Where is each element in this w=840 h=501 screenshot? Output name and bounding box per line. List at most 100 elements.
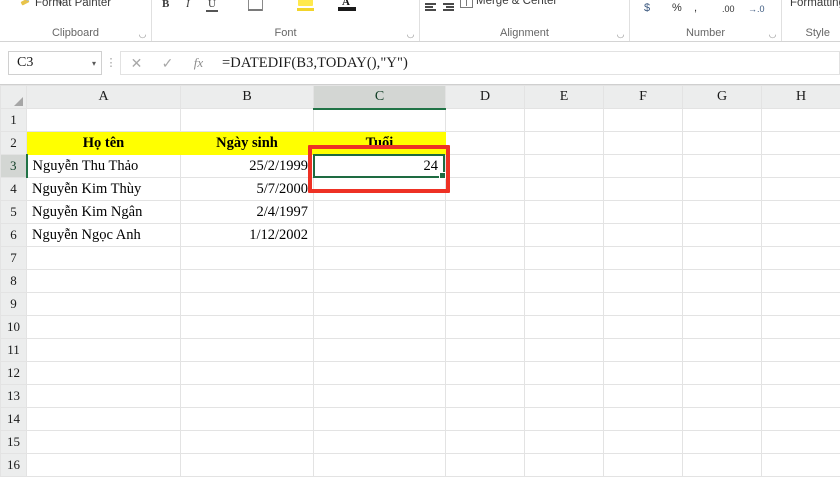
cell-e12[interactable]	[525, 362, 604, 385]
format-painter-button[interactable]: Format Painter	[20, 0, 111, 9]
cell-h5[interactable]	[762, 201, 840, 224]
merge-and-center-button[interactable]: Merge & Center	[476, 0, 557, 7]
bold-icon[interactable]: B	[162, 0, 169, 10]
cell-e6[interactable]	[525, 224, 604, 247]
column-header-e[interactable]: E	[525, 86, 604, 109]
cell-e11[interactable]	[525, 339, 604, 362]
cell-d1[interactable]	[446, 109, 525, 132]
cell-a4-name[interactable]: Nguyễn Kim Thùy	[27, 178, 181, 201]
underline-icon[interactable]: U	[208, 0, 216, 10]
decrease-indent-icon[interactable]	[424, 2, 438, 14]
cell-e8[interactable]	[525, 270, 604, 293]
cell-b3-dob[interactable]: 25/2/1999	[181, 155, 314, 178]
cell-h11[interactable]	[762, 339, 840, 362]
cell-c15[interactable]	[314, 431, 446, 454]
cell-e15[interactable]	[525, 431, 604, 454]
cell-f12[interactable]	[604, 362, 683, 385]
cell-c4-age[interactable]	[314, 178, 446, 201]
formula-input[interactable]: =DATEDIF(B3,TODAY(),"Y")	[214, 51, 840, 75]
cell-g10[interactable]	[683, 316, 762, 339]
cell-g16[interactable]	[683, 454, 762, 477]
column-header-d[interactable]: D	[446, 86, 525, 109]
cell-b8[interactable]	[181, 270, 314, 293]
cell-e14[interactable]	[525, 408, 604, 431]
cell-f5[interactable]	[604, 201, 683, 224]
fill-color-icon[interactable]	[298, 0, 313, 6]
row-header-11[interactable]: 11	[1, 339, 27, 362]
cell-d10[interactable]	[446, 316, 525, 339]
cell-d7[interactable]	[446, 247, 525, 270]
increase-decimal-icon[interactable]: .00	[722, 3, 735, 15]
cell-d11[interactable]	[446, 339, 525, 362]
cell-c9[interactable]	[314, 293, 446, 316]
cell-g8[interactable]	[683, 270, 762, 293]
row-header-4[interactable]: 4	[1, 178, 27, 201]
cell-e9[interactable]	[525, 293, 604, 316]
column-header-c[interactable]: C	[314, 86, 446, 109]
insert-function-icon[interactable]: fx	[183, 52, 214, 74]
column-header-f[interactable]: F	[604, 86, 683, 109]
cell-c2-tuoi[interactable]: Tuổi	[314, 132, 446, 155]
cell-b14[interactable]	[181, 408, 314, 431]
cell-b4-dob[interactable]: 5/7/2000	[181, 178, 314, 201]
row-header-7[interactable]: 7	[1, 247, 27, 270]
cell-a10[interactable]	[27, 316, 181, 339]
cell-e10[interactable]	[525, 316, 604, 339]
cell-g14[interactable]	[683, 408, 762, 431]
cell-c14[interactable]	[314, 408, 446, 431]
cell-f13[interactable]	[604, 385, 683, 408]
cell-b5-dob[interactable]: 2/4/1997	[181, 201, 314, 224]
cell-h13[interactable]	[762, 385, 840, 408]
cell-c11[interactable]	[314, 339, 446, 362]
cell-c13[interactable]	[314, 385, 446, 408]
cell-d4[interactable]	[446, 178, 525, 201]
cell-g7[interactable]	[683, 247, 762, 270]
cell-h7[interactable]	[762, 247, 840, 270]
select-all-corner[interactable]	[1, 86, 27, 109]
row-header-13[interactable]: 13	[1, 385, 27, 408]
cell-d5[interactable]	[446, 201, 525, 224]
cell-c12[interactable]	[314, 362, 446, 385]
cell-f11[interactable]	[604, 339, 683, 362]
cell-e1[interactable]	[525, 109, 604, 132]
cell-e5[interactable]	[525, 201, 604, 224]
conditional-formatting-button[interactable]: Formatting ▾	[790, 0, 840, 9]
spreadsheet-grid[interactable]: A B C D E F G H 1 2 Họ tên Ngày sinh Tuổ	[0, 85, 840, 501]
cell-f2[interactable]	[604, 132, 683, 155]
comma-format-icon[interactable]: ,	[694, 2, 697, 14]
column-header-g[interactable]: G	[683, 86, 762, 109]
cell-f3[interactable]	[604, 155, 683, 178]
cell-g2[interactable]	[683, 132, 762, 155]
cell-f8[interactable]	[604, 270, 683, 293]
alignment-dialog-launcher-icon[interactable]: ◡	[616, 30, 625, 39]
cell-a8[interactable]	[27, 270, 181, 293]
cell-e13[interactable]	[525, 385, 604, 408]
cell-f4[interactable]	[604, 178, 683, 201]
cell-c8[interactable]	[314, 270, 446, 293]
cell-a15[interactable]	[27, 431, 181, 454]
cell-d3[interactable]	[446, 155, 525, 178]
cell-a6-name[interactable]: Nguyễn Ngọc Anh	[27, 224, 181, 247]
cell-h9[interactable]	[762, 293, 840, 316]
cell-h2[interactable]	[762, 132, 840, 155]
increase-indent-icon[interactable]	[442, 2, 456, 14]
cell-h1[interactable]	[762, 109, 840, 132]
cell-f16[interactable]	[604, 454, 683, 477]
currency-format-icon[interactable]: $	[644, 2, 650, 14]
cell-b2-ngaysinh[interactable]: Ngày sinh	[181, 132, 314, 155]
cell-h6[interactable]	[762, 224, 840, 247]
column-header-b[interactable]: B	[181, 86, 314, 109]
cell-a11[interactable]	[27, 339, 181, 362]
cell-b10[interactable]	[181, 316, 314, 339]
cell-e16[interactable]	[525, 454, 604, 477]
cell-c5-age[interactable]	[314, 201, 446, 224]
name-box-dropdown-icon[interactable]: ▾	[92, 59, 96, 68]
cell-a3-name[interactable]: Nguyễn Thu Thảo	[27, 155, 181, 178]
cell-a1[interactable]	[27, 109, 181, 132]
cell-h16[interactable]	[762, 454, 840, 477]
cell-d8[interactable]	[446, 270, 525, 293]
number-dialog-launcher-icon[interactable]: ◡	[768, 30, 777, 39]
cell-d14[interactable]	[446, 408, 525, 431]
cell-b13[interactable]	[181, 385, 314, 408]
cell-f14[interactable]	[604, 408, 683, 431]
